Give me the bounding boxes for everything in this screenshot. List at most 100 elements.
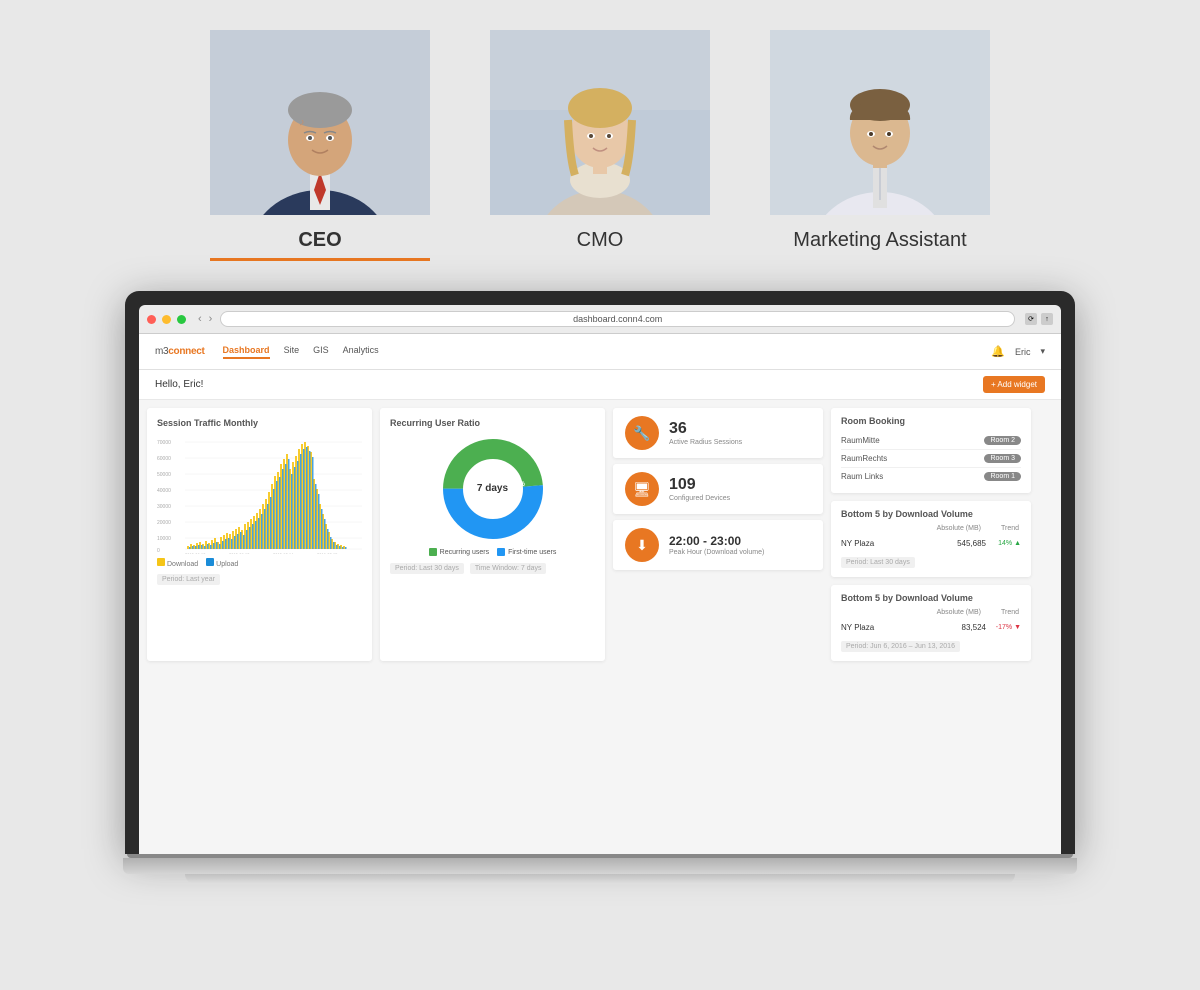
donut-legend: Recurring users First-time users [390, 548, 595, 556]
fullscreen-button-icon[interactable] [177, 315, 186, 324]
room-name-2: RaumRechts [841, 454, 887, 463]
person-name-ceo: CEO [298, 229, 341, 252]
donut-center-text: 7 days [477, 483, 508, 495]
url-bar[interactable]: dashboard.conn4.com [220, 311, 1015, 327]
recurring-window-label: Time Window: 7 days [470, 563, 547, 574]
b5-top-trend-1: 14% ▲ [986, 540, 1021, 547]
svg-text:0: 0 [157, 548, 160, 554]
person-marketing-assistant[interactable]: Marketing Assistant [770, 30, 990, 252]
room-booking-title: Room Booking [841, 416, 1021, 426]
radius-icon: 🔧 [625, 416, 659, 450]
room-name-1: RaumMitte [841, 436, 880, 445]
laptop-screen: ‹ › dashboard.conn4.com ⟳ ↑ m3connect [139, 305, 1061, 854]
recurring-period-label: Period: Last 30 days [390, 563, 464, 574]
nav-link-dashboard[interactable]: Dashboard [223, 345, 270, 359]
b5-bottom-col-absolute: Absolute (MB) [937, 609, 981, 616]
add-widget-button[interactable]: + Add widget [983, 376, 1045, 393]
greeting-bar: Hello, Eric! + Add widget [139, 370, 1061, 400]
svg-text:20000: 20000 [157, 520, 171, 526]
b5-top-value-1: 545,685 [936, 539, 986, 548]
stat-peak-hour: ⬇ 22:00 - 23:00 Peak Hour (Download volu… [613, 520, 823, 570]
room-badge-1: Room 2 [984, 436, 1021, 445]
nav-link-site[interactable]: Site [284, 345, 300, 359]
browser-nav: ‹ › [196, 313, 214, 325]
greeting-text: Hello, Eric! [155, 379, 203, 390]
dashboard-page: m3connect Dashboard Site GIS Analytics 🔔… [139, 334, 1061, 854]
svg-text:2015-09-13: 2015-09-13 [229, 552, 250, 554]
notification-bell-icon[interactable]: 🔔 [991, 345, 1005, 358]
nav-link-gis[interactable]: GIS [313, 345, 329, 359]
bottom5-bottom-period: Period: Jun 6, 2016 – Jun 13, 2016 [841, 641, 960, 652]
person-cmo[interactable]: CMO [490, 30, 710, 252]
share-icon[interactable]: ↑ [1041, 313, 1053, 325]
svg-text:50000: 50000 [157, 472, 171, 478]
svg-text:30000: 30000 [157, 504, 171, 510]
person-underline-ceo [210, 258, 430, 261]
laptop: ‹ › dashboard.conn4.com ⟳ ↑ m3connect [125, 291, 1075, 884]
stat-radius-sessions: 🔧 36 Active Radius Sessions [613, 408, 823, 458]
bottom5-bottom-widget: Bottom 5 by Download Volume Absolute (MB… [831, 585, 1031, 661]
devices-label: Configured Devices [669, 495, 730, 502]
person-photo-ceo [210, 30, 430, 215]
recurring-user-title: Recurring User Ratio [390, 418, 595, 428]
bottom5-bottom-header: Absolute (MB) Trend [841, 609, 1021, 616]
stats-column: 🔧 36 Active Radius Sessions 🖥 10 [613, 408, 823, 661]
bottom5-top-period: Period: Last 30 days [841, 557, 915, 568]
devices-icon: 🖥 [625, 472, 659, 506]
b5-top-col-trend: Trend [1001, 525, 1019, 532]
laptop-base [123, 858, 1077, 874]
browser-chrome: ‹ › dashboard.conn4.com ⟳ ↑ [139, 305, 1061, 334]
svg-text:2015-12-14: 2015-12-14 [273, 552, 294, 554]
person-photo-cmo [490, 30, 710, 215]
room-badge-2: Room 3 [984, 454, 1021, 463]
b5-bottom-value-1: 83,524 [936, 623, 986, 632]
forward-arrow-icon[interactable]: › [207, 313, 215, 325]
session-traffic-widget: Session Traffic Monthly 70000 60000 5000… [147, 408, 372, 661]
svg-text:2015-06-13: 2015-06-13 [185, 552, 206, 554]
person-name-marketing-assistant: Marketing Assistant [793, 229, 966, 252]
room-row-2: RaumRechts Room 3 [841, 450, 1021, 468]
browser-actions: ⟳ ↑ [1025, 313, 1053, 325]
svg-text:60000: 60000 [157, 456, 171, 462]
bottom5-top-header: Absolute (MB) Trend [841, 525, 1021, 532]
bottom5-bottom-title: Bottom 5 by Download Volume [841, 593, 1021, 603]
session-traffic-title: Session Traffic Monthly [157, 418, 362, 428]
person-ceo[interactable]: CEO [210, 30, 430, 261]
person-name-cmo: CMO [577, 229, 624, 252]
room-badge-3: Room 1 [984, 472, 1021, 481]
top-nav: m3connect Dashboard Site GIS Analytics 🔔… [139, 334, 1061, 370]
b5-top-name-1: NY Plaza [841, 539, 936, 548]
back-arrow-icon[interactable]: ‹ [196, 313, 204, 325]
laptop-body: ‹ › dashboard.conn4.com ⟳ ↑ m3connect [125, 291, 1075, 854]
bottom5-top-widget: Bottom 5 by Download Volume Absolute (MB… [831, 501, 1031, 577]
room-name-3: Raum Links [841, 472, 883, 481]
user-name[interactable]: Eric [1015, 347, 1031, 357]
logo: m3connect [155, 346, 205, 357]
right-column: Room Booking RaumMitte Room 2 RaumRechts… [831, 408, 1031, 661]
minimize-button-icon[interactable] [162, 315, 171, 324]
chart-legend: Download Upload [157, 558, 362, 568]
svg-text:40000: 40000 [157, 488, 171, 494]
session-traffic-period: Period: Last year [157, 574, 220, 585]
legend-recurring: Recurring users [429, 548, 489, 556]
bottom5-top-title: Bottom 5 by Download Volume [841, 509, 1021, 519]
svg-text:2016-03-15: 2016-03-15 [317, 552, 338, 554]
svg-text:70000: 70000 [157, 440, 171, 446]
reload-icon[interactable]: ⟳ [1025, 313, 1037, 325]
user-menu-icon[interactable]: ▾ [1040, 346, 1045, 357]
nav-links: Dashboard Site GIS Analytics [223, 345, 379, 359]
legend-first-time: First-time users [497, 548, 556, 556]
devices-number: 109 [669, 477, 730, 493]
widget-grid: Session Traffic Monthly 70000 60000 5000… [139, 400, 1061, 669]
room-row-3: Raum Links Room 1 [841, 468, 1021, 485]
donut-chart: 48.7% 51.3% 7 days [390, 434, 595, 544]
nav-link-analytics[interactable]: Analytics [343, 345, 379, 359]
peak-hour-number: 22:00 - 23:00 [669, 535, 764, 547]
recurring-user-widget: Recurring User Ratio [380, 408, 605, 661]
nav-right: 🔔 Eric ▾ [991, 345, 1045, 358]
room-row-1: RaumMitte Room 2 [841, 432, 1021, 450]
close-button-icon[interactable] [147, 315, 156, 324]
b5-bottom-col-trend: Trend [1001, 609, 1019, 616]
b5-top-row-1: NY Plaza 545,685 14% ▲ [841, 536, 1021, 551]
peak-hour-icon: ⬇ [625, 528, 659, 562]
